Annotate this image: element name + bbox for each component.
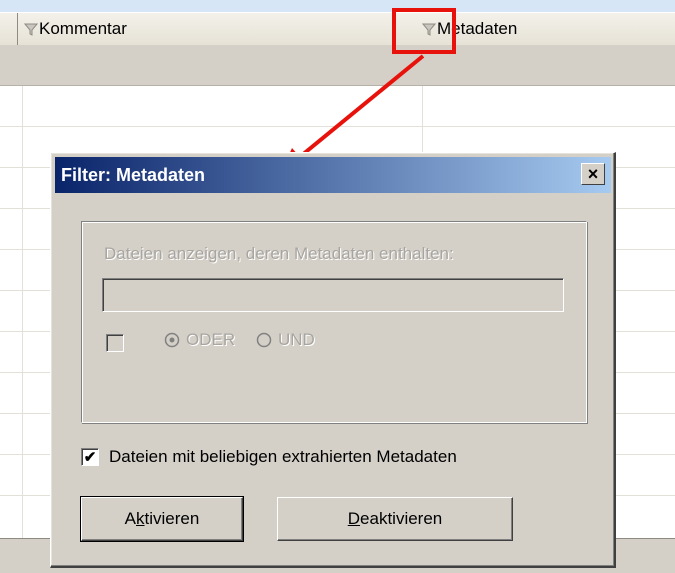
radio-or-label: ODER <box>186 330 236 349</box>
radio-unselected-icon <box>256 332 272 348</box>
filter-dialog: Filter: Metadaten × Dateien anzeigen, de… <box>50 152 616 568</box>
funnel-icon[interactable] <box>24 22 38 36</box>
activate-label-prefix: A <box>124 509 137 528</box>
deactivate-button[interactable]: Deaktivieren <box>277 497 513 541</box>
column-header-row: Kommentar Metadaten <box>0 12 675 46</box>
filter-row <box>0 45 675 86</box>
any-metadata-label: Dateien mit beliebigen extrahierten Meta… <box>109 447 457 466</box>
case-sensitive-checkbox[interactable] <box>106 334 124 352</box>
close-button[interactable]: × <box>581 163 605 185</box>
any-metadata-option[interactable]: ✔ Dateien mit beliebigen extrahierten Me… <box>81 447 457 467</box>
dialog-titlebar[interactable]: Filter: Metadaten × <box>55 157 611 193</box>
activate-label-suffix: tivieren <box>144 509 200 528</box>
check-mark-icon: ✔ <box>83 448 97 466</box>
highlight-box <box>392 8 456 54</box>
deactivate-label-mnemonic: D <box>347 509 361 528</box>
column-header-metadata[interactable]: Metadaten <box>418 13 675 45</box>
any-metadata-checkbox[interactable]: ✔ <box>81 448 99 466</box>
radio-or[interactable]: ODER <box>164 330 235 350</box>
activate-label-mnemonic: k <box>136 509 145 528</box>
dialog-title: Filter: Metadaten <box>61 164 206 185</box>
radio-and[interactable]: UND <box>256 330 315 350</box>
deactivate-label-suffix: eaktivieren <box>360 509 443 528</box>
group-label: Dateien anzeigen, deren Metadaten enthal… <box>104 244 454 263</box>
column-header-stub[interactable] <box>0 13 18 45</box>
column-header-label: Kommentar <box>39 19 127 38</box>
column-header-comment[interactable]: Kommentar <box>18 13 396 45</box>
radio-and-label: UND <box>278 330 315 349</box>
close-icon: × <box>587 164 599 184</box>
metadata-filter-group: Dateien anzeigen, deren Metadaten enthal… <box>81 221 587 423</box>
activate-button[interactable]: Ak tivieren <box>80 496 244 542</box>
radio-selected-icon <box>164 332 180 348</box>
metadata-search-input[interactable] <box>102 278 564 312</box>
